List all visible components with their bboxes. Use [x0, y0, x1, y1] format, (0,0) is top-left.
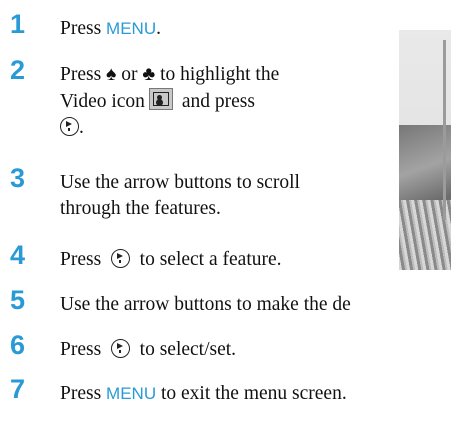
video-icon — [148, 88, 173, 110]
step-line-1: Press ♠ or ♣ to highlight the — [60, 64, 280, 85]
step-text-end: to select a feature. — [139, 249, 282, 270]
step-number: 4 — [10, 240, 26, 270]
step-number: 6 — [10, 330, 26, 360]
enter-button-icon — [110, 249, 130, 268]
step-number: 5 — [10, 285, 26, 315]
step-line-2: through the features. — [60, 198, 221, 219]
step-text: Press — [60, 383, 107, 404]
step-line-1: Use the arrow buttons to scroll — [60, 172, 300, 193]
step-text: Press — [60, 339, 102, 360]
enter-button-icon — [110, 339, 130, 358]
enter-button-icon — [60, 117, 79, 136]
menu-keyword: MENU — [106, 19, 157, 38]
step-text-end: to exit the menu screen. — [156, 383, 347, 404]
step-text-end: to select/set. — [139, 339, 237, 360]
step-text: Press — [60, 18, 107, 39]
step-text: Use the arrow buttons to make the de — [60, 294, 351, 315]
step-number: 7 — [10, 374, 26, 404]
step-line-2b: and press — [176, 91, 255, 112]
frame-edge — [443, 40, 446, 220]
step-line-3: . — [79, 117, 84, 138]
step-text-end: . — [156, 18, 161, 39]
step-number: 3 — [10, 163, 26, 193]
step-number: 1 — [10, 9, 26, 39]
step-number: 2 — [10, 55, 26, 85]
step-text: Press — [60, 249, 102, 270]
tv-screen-photo — [399, 30, 451, 270]
step-line-2a: Video icon — [60, 91, 145, 112]
menu-keyword: MENU — [106, 384, 157, 403]
